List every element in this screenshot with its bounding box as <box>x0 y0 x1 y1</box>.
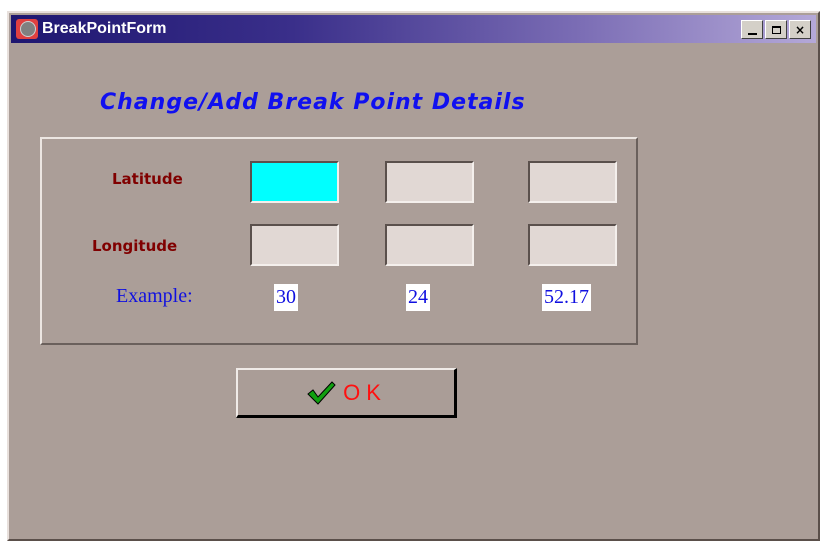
maximize-button[interactable] <box>765 20 787 39</box>
longitude-label: Longitude <box>92 237 178 255</box>
maximize-icon <box>771 25 781 34</box>
close-icon: × <box>794 22 806 37</box>
breakpoint-form-window: BreakPointForm × Change/Add Break Point … <box>7 11 820 541</box>
title-bar[interactable]: BreakPointForm × <box>11 15 816 43</box>
longitude-minutes-input[interactable] <box>385 224 474 266</box>
minimize-icon <box>747 32 757 35</box>
latitude-degrees-input[interactable] <box>250 161 339 203</box>
longitude-seconds-input[interactable] <box>528 224 617 266</box>
checkmark-icon <box>307 380 336 405</box>
minimize-button[interactable] <box>741 20 763 39</box>
form-heading: Change/Add Break Point Details <box>100 90 526 115</box>
example-degrees: 30 <box>274 284 298 311</box>
ok-button[interactable]: OK <box>236 368 457 418</box>
example-seconds: 52.17 <box>542 284 591 311</box>
ok-button-label: OK <box>343 379 387 405</box>
longitude-degrees-input[interactable] <box>250 224 339 266</box>
example-minutes: 24 <box>406 284 430 311</box>
window-title: BreakPointForm <box>42 20 167 37</box>
example-label: Example: <box>116 285 193 307</box>
app-icon[interactable] <box>16 19 38 39</box>
coordinates-group: Latitude Longitude Example: 30 24 52.17 <box>40 137 638 345</box>
close-button[interactable]: × <box>789 20 811 39</box>
latitude-seconds-input[interactable] <box>528 161 617 203</box>
latitude-minutes-input[interactable] <box>385 161 474 203</box>
latitude-label: Latitude <box>112 170 183 188</box>
